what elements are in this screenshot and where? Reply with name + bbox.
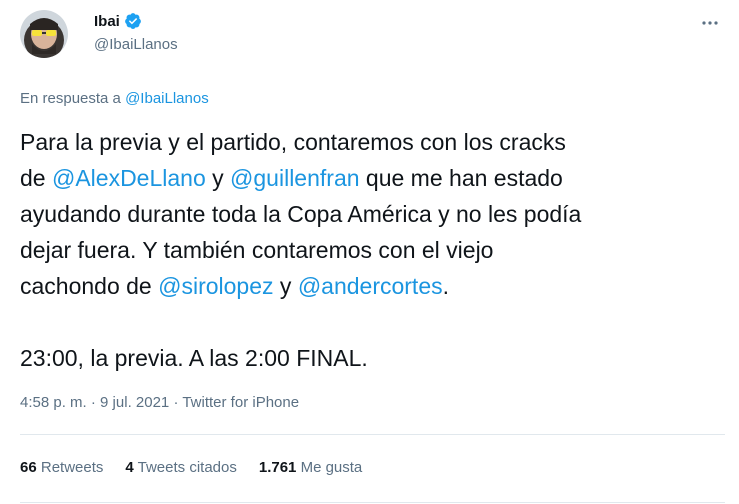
tweet-card: Ibai @IbaiLlanos En respuesta a @IbaiLla… [0,0,739,504]
quotes-label: Tweets citados [137,459,237,476]
display-name[interactable]: Ibai [94,13,120,30]
avatar[interactable] [20,10,68,58]
more-options-button[interactable] [699,12,721,34]
reply-prefix: En respuesta a [20,90,126,107]
reply-context: En respuesta a @IbaiLlanos [20,90,209,107]
author-handle[interactable]: @IbaiLlanos [94,36,178,53]
quotes-count: 4 [125,459,134,476]
retweets-stat[interactable]: 66 Retweets [20,459,103,476]
tweet-metadata: 4:58 p. m. · 9 jul. 2021 · Twitter for i… [20,394,299,411]
likes-count: 1.761 [258,459,297,476]
mention-andercortes[interactable]: @andercortes [298,273,443,299]
likes-stat[interactable]: 1.761 Me gusta [259,459,362,476]
mention-sirolopez[interactable]: @sirolopez [158,273,273,299]
meta-separator: · [86,394,101,411]
retweets-count: 66 [20,459,37,476]
tweet-source-link[interactable]: Twitter for iPhone [182,394,299,411]
likes-label: Me gusta [300,459,363,476]
tweet-text-segment: y [273,273,298,299]
mention-alexdellano[interactable]: @AlexDeLlano [52,165,206,191]
quotes-stat[interactable]: 4 Tweets citados [125,459,236,476]
reply-to-mention[interactable]: @IbaiLlanos [125,90,209,107]
avatar-image [20,10,68,58]
tweet-time-link[interactable]: 4:58 p. m. [20,394,87,411]
tweet-text: Para la previa y el partido, contaremos … [20,124,720,376]
tweet-date-link[interactable]: 9 jul. 2021 [100,394,169,411]
meta-separator: · [169,394,183,411]
verified-badge-icon [124,13,141,29]
more-options-icon [702,21,718,25]
mention-guillenfran[interactable]: @guillenfran [230,165,359,191]
engagement-stats: 66 Retweets 4 Tweets citados 1.761 Me gu… [20,459,362,476]
divider [20,502,725,503]
author-name-row[interactable]: Ibai [94,12,142,30]
divider [20,434,725,435]
tweet-text-segment: y [205,165,231,191]
retweets-label: Retweets [40,459,104,476]
